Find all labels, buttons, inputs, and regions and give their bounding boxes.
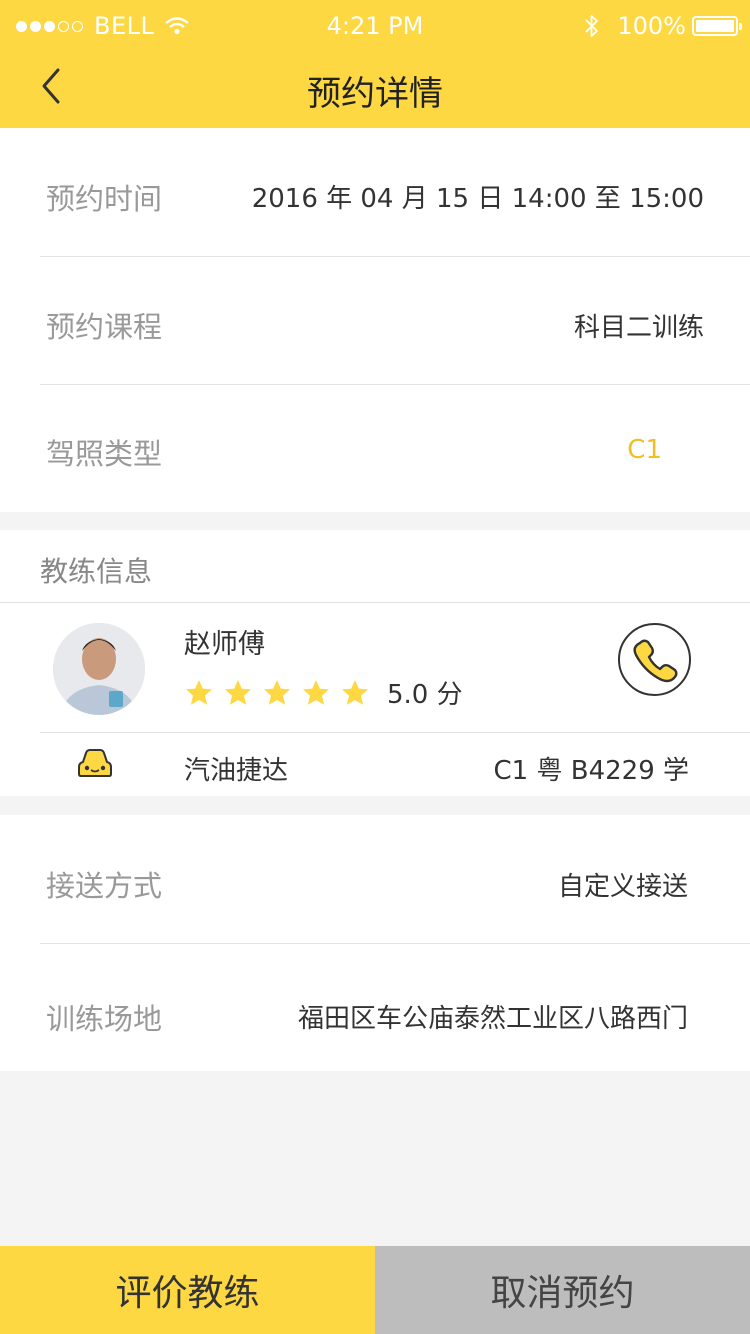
car-model: 汽油捷达 (184, 756, 289, 786)
star-icon (264, 679, 290, 705)
pickup-method-value: 自定义接送 (557, 872, 688, 902)
booking-course-row: 预约课程 科目二训练 (0, 257, 750, 385)
license-type-row: 驾照类型 C1 (0, 385, 750, 512)
booking-time-row: 预约时间 2016 年 04 月 15 日 14:00 至 15:00 (0, 128, 750, 256)
coach-score: 5.0 分 (387, 680, 463, 710)
car-icon (78, 749, 112, 777)
divider (0, 602, 750, 603)
pickup-method-row: 接送方式 自定义接送 (0, 815, 750, 943)
phone-icon (633, 639, 678, 683)
booking-time-label: 预约时间 (46, 182, 163, 216)
booking-course-label: 预约课程 (46, 310, 163, 344)
cancel-booking-button[interactable]: 取消预约 (375, 1246, 750, 1334)
status-right: 100% (585, 12, 742, 40)
coach-name: 赵师傅 (184, 629, 265, 660)
star-icon (186, 679, 212, 705)
battery-icon (692, 16, 742, 36)
star-icon (342, 679, 368, 705)
car-plate: C1 粤 B4229 学 (493, 756, 690, 786)
call-coach-button[interactable] (618, 623, 691, 696)
coach-rating: 5.0 分 (184, 674, 463, 711)
pickup-card: 接送方式 自定义接送 训练场地 福田区车公庙泰然工业区八路西门 (0, 815, 750, 1071)
star-icon (225, 679, 251, 705)
license-type-label: 驾照类型 (46, 437, 163, 471)
booking-course-value: 科目二训练 (573, 313, 704, 343)
coach-avatar (53, 623, 145, 715)
rate-coach-button[interactable]: 评价教练 (0, 1246, 375, 1334)
star-icon (303, 679, 329, 705)
battery-percent: 100% (617, 12, 686, 40)
bottom-action-bar: 评价教练 取消预约 (0, 1246, 750, 1334)
booking-time-value: 2016 年 04 月 15 日 14:00 至 15:00 (251, 184, 704, 214)
header: BELL 4:21 PM 100% 预约详情 (0, 0, 750, 128)
coach-section-title: 教练信息 (40, 555, 153, 588)
divider (40, 732, 750, 733)
page-title: 预约详情 (307, 74, 443, 114)
status-bar: BELL 4:21 PM 100% (0, 0, 750, 54)
booking-card: 预约时间 2016 年 04 月 15 日 14:00 至 15:00 预约课程… (0, 128, 750, 512)
bluetooth-icon (585, 15, 599, 37)
venue-value: 福田区车公庙泰然工业区八路西门 (297, 1004, 688, 1034)
venue-row: 训练场地 福田区车公庙泰然工业区八路西门 (0, 944, 750, 1071)
venue-label: 训练场地 (46, 1002, 163, 1036)
nav-bar: 预约详情 (0, 54, 750, 128)
license-type-value: C1 (627, 435, 662, 465)
avatar-photo (53, 623, 145, 715)
pickup-method-label: 接送方式 (46, 869, 163, 903)
